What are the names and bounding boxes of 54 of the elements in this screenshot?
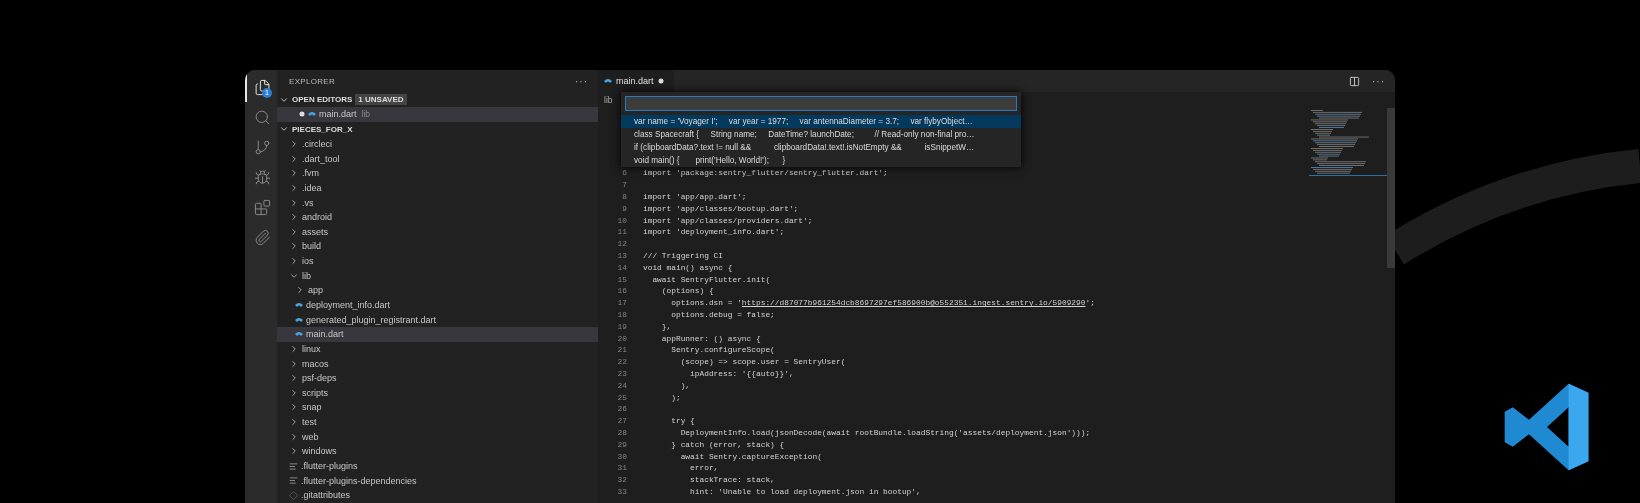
folder-item[interactable]: .idea — [277, 180, 598, 196]
files-icon — [253, 78, 271, 96]
folder-item[interactable]: snap — [277, 400, 598, 415]
folder-item[interactable]: assets — [277, 224, 598, 240]
file-item[interactable]: .flutter-plugins — [277, 458, 598, 474]
folder-item[interactable]: windows — [277, 444, 598, 459]
open-editor-item[interactable]: main.dart lib — [277, 107, 598, 122]
folder-item[interactable]: ios — [277, 253, 598, 269]
section-title[interactable]: PIECES_FOR_X — [292, 124, 353, 134]
dart-file-icon — [604, 77, 612, 85]
text-file-icon — [289, 476, 298, 486]
file-path: lib — [361, 109, 371, 120]
quick-pick-item[interactable]: void main() { print('Hello, World!'); } — [621, 154, 1021, 167]
more-actions-button[interactable]: ··· — [575, 75, 588, 87]
split-editor-icon[interactable] — [1349, 75, 1360, 87]
folder-item[interactable]: android — [277, 209, 598, 225]
folder-item[interactable]: build — [277, 239, 598, 254]
folder-item[interactable]: web — [277, 429, 598, 445]
quick-pick-item[interactable]: var name = 'Voyager I'; var year = 1977; var antennaDiameter = 3.7; var flybyObject… — [621, 115, 1021, 128]
folder-item[interactable]: test — [277, 414, 598, 430]
folder-item[interactable]: app — [277, 283, 598, 298]
bug-icon — [253, 168, 271, 186]
scrollbar[interactable] — [1387, 108, 1395, 268]
folder-item[interactable]: .fvm — [277, 165, 598, 181]
folder-item[interactable]: linux — [277, 341, 598, 357]
branch-icon — [253, 138, 271, 156]
unsaved-dot-icon — [657, 78, 664, 84]
more-actions-button[interactable]: ··· — [1372, 75, 1385, 87]
extensions-icon — [253, 198, 271, 216]
section-title[interactable]: OPEN EDITORS — [292, 95, 353, 104]
folder-item[interactable]: .vs — [277, 195, 598, 210]
folder-item[interactable]: lib — [277, 268, 598, 284]
file-item[interactable]: .gitattributes — [277, 488, 598, 503]
quick-pick-input[interactable] — [625, 96, 1017, 111]
folder-item[interactable]: macos — [277, 356, 598, 371]
text-file-icon — [289, 461, 298, 471]
paperclip-icon — [253, 228, 271, 246]
search-icon — [253, 108, 271, 126]
file-item[interactable]: generated_plugin_registrant.dart — [277, 312, 598, 327]
folder-item[interactable]: .circleci — [277, 136, 598, 152]
quick-pick-item[interactable]: class Spacecraft { String name; DateTime? launchDate; // Read-only non-final pro… — [621, 128, 1021, 141]
folder-item[interactable]: scripts — [277, 385, 598, 401]
folder-item[interactable]: .dart_tool — [277, 151, 598, 166]
unsaved-count: 1 UNSAVED — [355, 94, 407, 105]
editor-tab[interactable]: main.dart — [598, 70, 674, 92]
file-item[interactable]: main.dart — [277, 326, 598, 342]
dart-file-icon — [308, 110, 316, 119]
file-item[interactable]: .flutter-plugins-dependencies — [277, 473, 598, 488]
breadcrumb[interactable]: lib — [604, 95, 613, 105]
sidebar-title: EXPLORER — [289, 76, 335, 86]
diamond-icon — [289, 490, 298, 500]
quick-pick-item[interactable]: if (clipboardData?.text != null && clipboardData!.text!.isNotEmpty && isSnippetW… — [621, 141, 1021, 154]
file-item[interactable]: deployment_info.dart — [277, 297, 598, 313]
folder-item[interactable]: psf-deps — [277, 370, 598, 386]
